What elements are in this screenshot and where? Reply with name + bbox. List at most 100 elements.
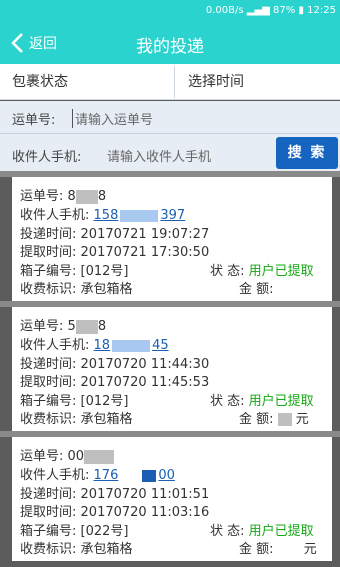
fee-line: 收费标识: 承包箱格	[20, 408, 133, 427]
recipient-phone-link[interactable]: 176 00	[94, 468, 175, 483]
deliver-time-line: 投递时间: 20170720 11:01:51	[20, 483, 209, 502]
phone-label: 收件人手机:	[12, 150, 82, 165]
box-value: [012号]	[80, 264, 129, 279]
delivery-record[interactable]: 运单号: 58 收件人手机: 18 45 投递时间: 20170720 11:44…	[12, 307, 332, 431]
package-status-filter[interactable]: 包裹状态	[12, 64, 68, 100]
phone-value-tail: 00	[158, 468, 175, 483]
recipient-phone-link[interactable]: 158 397	[94, 208, 186, 223]
box-value: [022号]	[80, 524, 129, 539]
waybill-value: 5	[67, 319, 76, 334]
waybill-line: 运单号: 8 8	[20, 185, 106, 204]
amount-value: 元	[295, 412, 309, 427]
phone-field-label: 收件人手机:	[20, 208, 90, 223]
phone-input[interactable]: 请输入收件人手机	[107, 146, 211, 165]
pickup-time-value: 20170721 17:30:50	[80, 245, 210, 260]
status-line: 状 态: 用户已提取	[210, 390, 314, 409]
clock: 12:25	[307, 5, 336, 16]
amount-label: 金 额:	[239, 282, 274, 297]
status-badge: 用户已提取	[248, 524, 314, 539]
fee-value: 承包箱格	[80, 412, 133, 427]
pickup-time-line: 提取时间: 20170720 11:45:53	[20, 371, 209, 390]
network-speed: 0.00B/s	[205, 5, 244, 16]
waybill-field-label: 运单号:	[20, 189, 64, 204]
phone-line: 收件人手机: 158 397	[20, 204, 185, 223]
battery-icon: ▮	[298, 5, 304, 16]
pickup-time-value: 20170720 11:03:16	[80, 505, 210, 520]
phone-value: 158	[93, 208, 119, 223]
delivery-record[interactable]: 运单号: 00 收件人手机: 176 00 投递时间: 20170720 11:0…	[12, 437, 332, 561]
box-value: [012号]	[80, 394, 129, 409]
phone-value-tail: 45	[152, 338, 169, 353]
deliver-time-value: 20170721 19:07:27	[80, 227, 210, 242]
fee-value: 承包箱格	[80, 542, 133, 557]
status-bar-info: 0.00B/s ▂▄▆ 87% ▮ 12:25	[206, 5, 336, 16]
amount-line: 金 额: 元	[239, 538, 317, 557]
box-label: 箱子编号:	[20, 394, 77, 409]
box-label: 箱子编号:	[20, 264, 77, 279]
phone-value-tail: 397	[160, 208, 186, 223]
deliver-time-value: 20170720 11:44:30	[80, 357, 210, 372]
status-label: 状 态:	[210, 524, 245, 539]
waybill-input[interactable]: 请输入运单号	[72, 109, 153, 128]
masked-block	[142, 469, 157, 482]
pickup-time-label: 提取时间:	[20, 245, 77, 260]
phone-line: 收件人手机: 176 00	[20, 464, 175, 483]
phone-value: 176	[93, 468, 119, 483]
pickup-time-label: 提取时间:	[20, 505, 77, 520]
status-label: 状 态:	[210, 394, 245, 409]
amount-line: 金 额: 元	[239, 408, 309, 427]
masked-block	[277, 413, 292, 426]
search-button[interactable]: 搜 索	[276, 137, 338, 169]
filter-divider	[174, 66, 175, 98]
pickup-time-line: 提取时间: 20170720 11:03:16	[20, 501, 209, 520]
waybill-field-label: 运单号:	[20, 319, 64, 334]
fee-label: 收费标识:	[20, 542, 77, 557]
filter-bar: 包裹状态 选择时间	[0, 64, 340, 100]
status-line: 状 态: 用户已提取	[210, 520, 314, 539]
waybill-line: 运单号: 00	[20, 445, 115, 464]
battery-level: 87%	[273, 5, 296, 16]
deliver-time-label: 投递时间:	[20, 487, 77, 502]
amount-value: 元	[303, 542, 317, 557]
phone-line: 收件人手机: 18 45	[20, 334, 169, 353]
waybill-value: 00	[67, 449, 85, 464]
deliver-time-value: 20170720 11:01:51	[80, 487, 210, 502]
deliver-time-label: 投递时间:	[20, 357, 77, 372]
amount-label: 金 额:	[239, 412, 274, 427]
fee-label: 收费标识:	[20, 412, 77, 427]
box-line: 箱子编号: [012号]	[20, 390, 129, 409]
amount-line: 金 额:	[239, 278, 274, 297]
amount-label: 金 额:	[239, 542, 274, 557]
signal-icon: ▂▄▆	[246, 5, 270, 16]
status-badge: 用户已提取	[248, 264, 314, 279]
waybill-field-label: 运单号:	[20, 449, 64, 464]
fee-line: 收费标识: 承包箱格	[20, 278, 133, 297]
masked-block	[120, 209, 159, 222]
phone-field-label: 收件人手机:	[20, 468, 90, 483]
fee-line: 收费标识: 承包箱格	[20, 538, 133, 557]
delivery-record[interactable]: 运单号: 8 8 收件人手机: 158 397 投递时间: 20170721 19:…	[12, 177, 332, 301]
pickup-time-line: 提取时间: 20170721 17:30:50	[20, 241, 209, 260]
waybill-row: 运单号: 请输入运单号	[0, 101, 340, 134]
select-time-filter[interactable]: 选择时间	[188, 64, 244, 100]
status-line: 状 态: 用户已提取	[210, 260, 314, 279]
app-bar: 返回 我的投递	[0, 22, 340, 64]
page-title: 我的投递	[136, 37, 204, 57]
masked-block	[112, 339, 151, 352]
waybill-label: 运单号:	[12, 113, 56, 128]
status-bar: 0.00B/s ▂▄▆ 87% ▮ 12:25	[0, 0, 340, 22]
status-badge: 用户已提取	[248, 394, 314, 409]
box-label: 箱子编号:	[20, 524, 77, 539]
box-line: 箱子编号: [022号]	[20, 520, 129, 539]
pickup-time-value: 20170720 11:45:53	[80, 375, 210, 390]
recipient-phone-link[interactable]: 18 45	[94, 338, 169, 353]
deliver-time-label: 投递时间:	[20, 227, 77, 242]
deliver-time-line: 投递时间: 20170721 19:07:27	[20, 223, 209, 242]
waybill-value: 8	[67, 189, 76, 204]
masked-block	[75, 319, 98, 334]
box-line: 箱子编号: [012号]	[20, 260, 129, 279]
waybill-value-tail: 8	[97, 189, 107, 204]
fee-value: 承包箱格	[80, 282, 133, 297]
waybill-line: 运单号: 5 8	[20, 315, 106, 334]
pickup-time-label: 提取时间:	[20, 375, 77, 390]
